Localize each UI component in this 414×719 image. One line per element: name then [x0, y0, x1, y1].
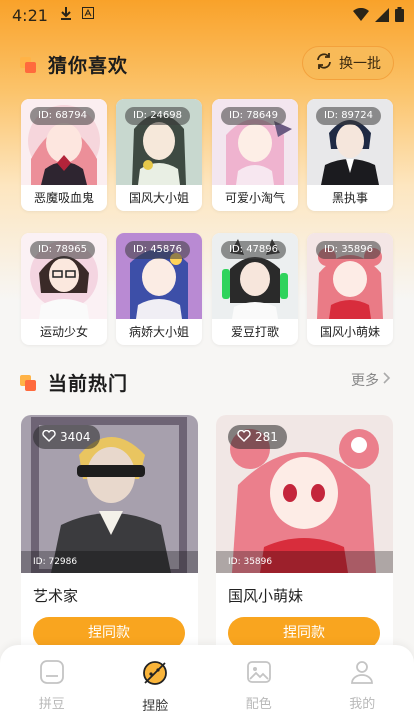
battery-icon — [395, 7, 404, 26]
tab-mine[interactable]: 我的 — [311, 645, 414, 719]
hot-card-name: 艺术家 — [33, 587, 79, 605]
guess-card[interactable]: ID: 68794 恶魔吸血鬼 — [21, 99, 107, 211]
card-id-badge: ID: 78965 — [30, 241, 96, 259]
like-count: 281 — [255, 430, 278, 444]
hot-card-id: ID: 35896 — [216, 551, 393, 573]
image-icon — [246, 659, 272, 689]
guess-card[interactable]: ID: 78965 运动少女 — [21, 233, 107, 345]
heart-icon — [237, 429, 251, 445]
tab-bean[interactable]: 拼豆 — [0, 645, 104, 719]
card-id-badge: ID: 68794 — [30, 107, 96, 125]
card-name: 恶魔吸血鬼 — [33, 191, 94, 205]
guess-card[interactable]: ID: 35896 国风小萌妹 — [307, 233, 393, 345]
chevron-right-icon — [383, 372, 391, 388]
card-id-badge: ID: 78649 — [221, 107, 287, 125]
more-label: 更多 — [351, 373, 379, 389]
hot-section-title: 当前热门 — [48, 373, 129, 395]
status-bar: 4:21 — [0, 0, 414, 30]
bottom-tab-bar: 拼豆 捏脸 配色 我的 — [0, 645, 414, 719]
person-icon — [349, 659, 375, 689]
hot-card[interactable]: 281 ID: 35896 国风小萌妹 捏同款 — [216, 415, 393, 665]
tab-label: 我的 — [349, 697, 376, 712]
like-badge[interactable]: 281 — [228, 425, 287, 449]
guess-section-title: 猜你喜欢 — [48, 55, 129, 77]
face-pinch-icon — [141, 659, 169, 691]
card-id-badge: ID: 24698 — [125, 107, 191, 125]
hot-section-header: 当前热门 — [20, 369, 128, 396]
card-id-badge: ID: 45876 — [125, 241, 191, 259]
card-name: 国风大小姐 — [128, 191, 189, 205]
guess-card[interactable]: ID: 45876 病娇大小姐 — [116, 233, 202, 345]
hot-card[interactable]: 3404 ID: 72986 艺术家 捏同款 — [21, 415, 198, 665]
card-id-badge: ID: 47896 — [221, 241, 287, 259]
bean-icon — [39, 659, 65, 689]
swap-batch-label: 换一批 — [339, 56, 381, 72]
section-squares-icon — [20, 374, 36, 391]
card-name: 可爱小淘气 — [224, 191, 285, 205]
guess-card[interactable]: ID: 47896 爱豆打歌 — [212, 233, 298, 345]
hot-card-id: ID: 72986 — [21, 551, 198, 573]
card-name: 国风小萌妹 — [319, 325, 380, 339]
guess-section-header: 猜你喜欢 — [20, 51, 128, 78]
wifi-icon — [353, 7, 369, 26]
card-name: 黑执事 — [331, 191, 368, 205]
tab-face-pinch[interactable]: 捏脸 — [104, 645, 208, 719]
guess-card[interactable]: ID: 78649 可爱小淘气 — [212, 99, 298, 211]
card-id-badge: ID: 89724 — [316, 107, 382, 125]
signal-icon — [375, 7, 389, 26]
refresh-icon — [315, 52, 333, 74]
like-badge[interactable]: 3404 — [33, 425, 100, 449]
section-squares-icon — [20, 56, 36, 73]
status-time: 4:21 — [12, 5, 48, 25]
swap-batch-button[interactable]: 换一批 — [302, 46, 394, 80]
card-name: 爱豆打歌 — [230, 325, 279, 339]
download-icon — [60, 6, 72, 24]
more-link[interactable]: 更多 — [351, 370, 391, 390]
tab-label: 捏脸 — [142, 699, 169, 714]
hot-card-name: 国风小萌妹 — [228, 587, 304, 605]
heart-icon — [42, 429, 56, 445]
like-count: 3404 — [60, 430, 91, 444]
tab-color[interactable]: 配色 — [207, 645, 311, 719]
guess-card[interactable]: ID: 89724 黑执事 — [307, 99, 393, 211]
tab-label: 拼豆 — [38, 697, 65, 712]
tab-label: 配色 — [245, 697, 272, 712]
card-id-badge: ID: 35896 — [316, 241, 382, 259]
guess-card[interactable]: ID: 24698 国风大小姐 — [116, 99, 202, 211]
card-name: 病娇大小姐 — [128, 325, 189, 339]
app-notification-icon — [81, 7, 94, 23]
card-name: 运动少女 — [39, 325, 88, 339]
